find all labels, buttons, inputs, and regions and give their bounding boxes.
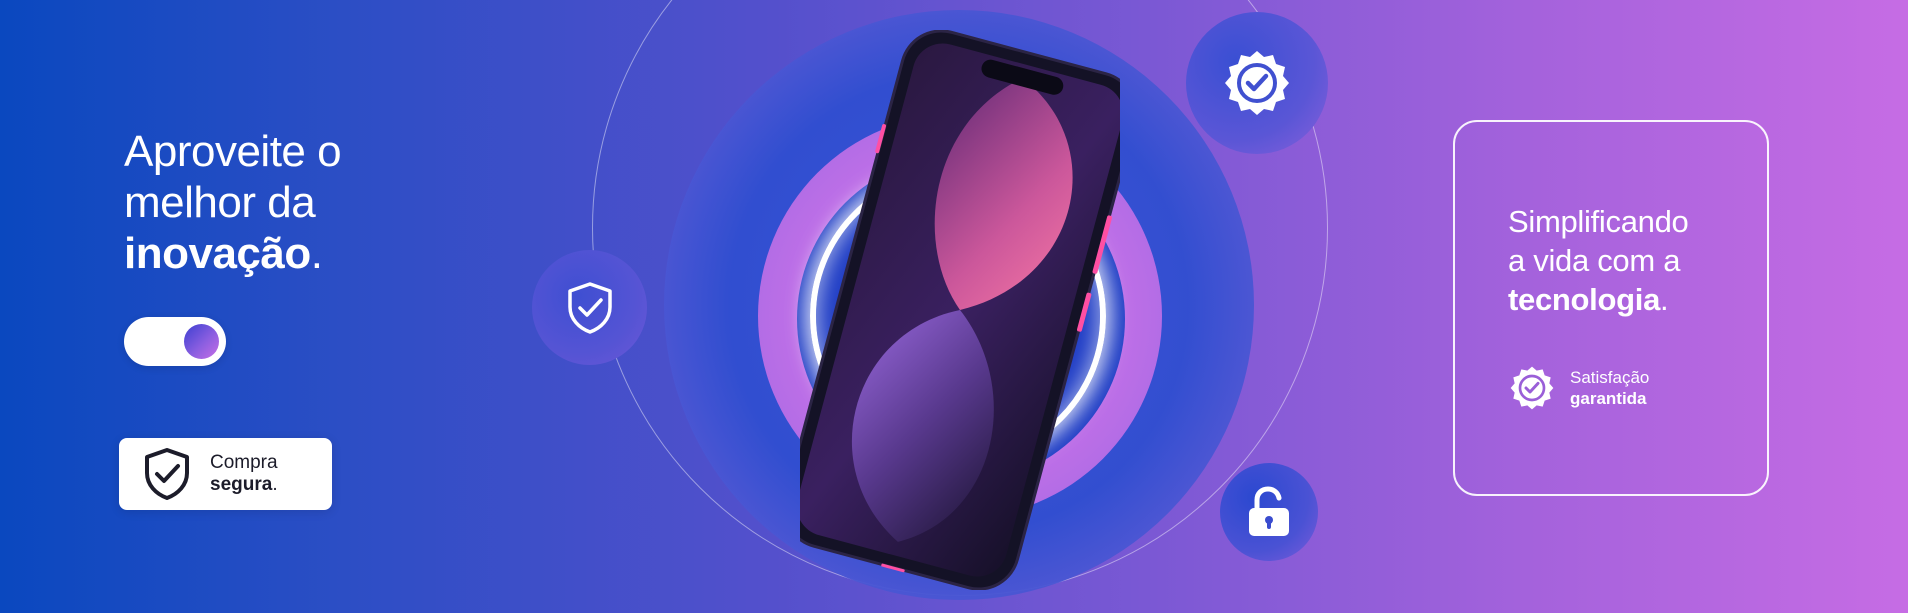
- satisfaction-line-2: garantida: [1570, 389, 1647, 408]
- secure-line-2: segura.: [210, 474, 278, 496]
- shield-check-icon: [145, 448, 189, 500]
- secure-line-1: Compra: [210, 452, 278, 473]
- hero-line-2: melhor da: [124, 178, 316, 227]
- satisfaction-line-1: Satisfação: [1570, 368, 1650, 387]
- hero-emphasis: inovação: [124, 229, 311, 278]
- smartphone-illustration: [800, 30, 1120, 590]
- seal-check-icon: [1510, 366, 1554, 410]
- bubble-unlock: [1220, 463, 1318, 561]
- unlock-icon: [1249, 486, 1289, 536]
- info-card: Simplificando a vida com a tecnologia. S…: [1453, 120, 1769, 496]
- seal-check-icon: [1225, 51, 1289, 115]
- card-headline: Simplificando a vida com a tecnologia.: [1508, 202, 1689, 319]
- secure-purchase-label: Compra segura.: [210, 452, 278, 496]
- bubble-shield-check: [532, 250, 647, 365]
- satisfaction-label: Satisfação garantida: [1570, 367, 1649, 409]
- card-punct: .: [1660, 282, 1669, 317]
- card-line-3: tecnologia.: [1508, 280, 1688, 319]
- card-line-1: Simplificando: [1508, 204, 1689, 239]
- satisfaction-badge: Satisfação garantida: [1508, 363, 1649, 413]
- secure-purchase-badge: Compra segura.: [119, 438, 332, 510]
- secure-punct: .: [272, 474, 278, 495]
- hero-line-3: inovação.: [124, 228, 341, 279]
- toggle-switch[interactable]: [124, 317, 226, 366]
- bubble-seal-check: [1186, 12, 1328, 154]
- card-emphasis: tecnologia: [1508, 282, 1661, 317]
- secure-emphasis: segura: [210, 474, 273, 495]
- hero-line-1: Aproveite o: [124, 127, 342, 176]
- toggle-knob: [184, 324, 219, 359]
- hero-punct: .: [310, 229, 323, 278]
- card-line-2: a vida com a: [1508, 243, 1681, 278]
- smartphone-image: [800, 30, 1120, 590]
- shield-check-icon: [567, 281, 612, 334]
- hero-headline: Aproveite o melhor da inovação.: [124, 126, 342, 279]
